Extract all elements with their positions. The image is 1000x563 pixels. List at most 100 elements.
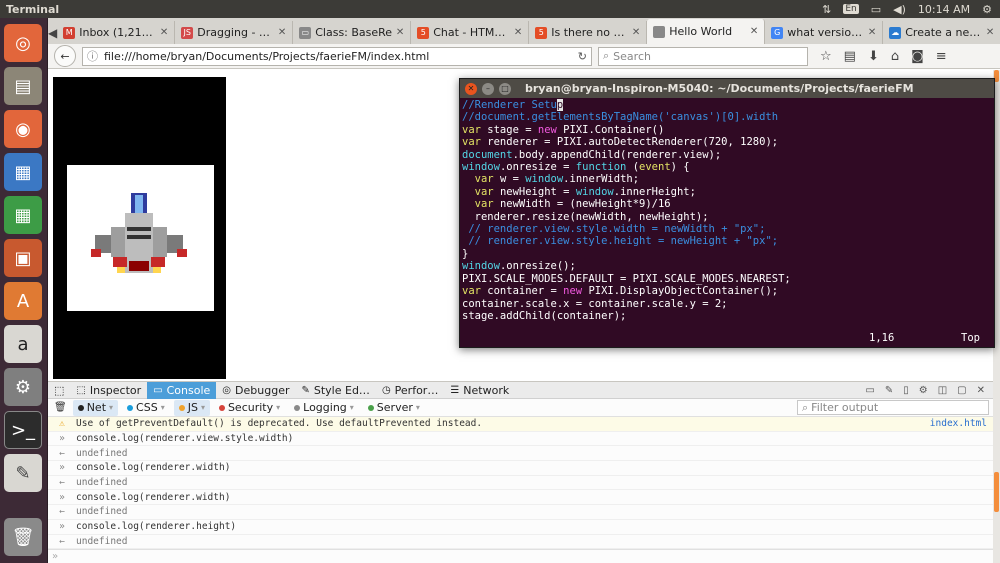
- settings-icon[interactable]: ⚙: [4, 368, 42, 406]
- keyboard-layout-indicator[interactable]: En: [843, 4, 859, 14]
- pocket-icon[interactable]: ◙: [911, 49, 924, 64]
- devtools-tab[interactable]: ⬚ Inspector: [70, 382, 147, 399]
- search-bar[interactable]: ⌕ Search: [598, 46, 808, 66]
- amazon-icon[interactable]: a: [4, 325, 42, 363]
- filter-dropdown-icon[interactable]: ▾: [350, 403, 354, 412]
- performance-icon: ◷: [381, 384, 391, 396]
- close-tab-icon[interactable]: ✕: [514, 27, 522, 38]
- volume-icon[interactable]: ◀): [893, 3, 906, 16]
- site-info-icon[interactable]: ⓘ: [87, 48, 98, 64]
- power-gear-icon[interactable]: ⚙: [982, 3, 992, 16]
- browser-tab[interactable]: M Inbox (1,21… ✕: [57, 21, 176, 44]
- filter-dropdown-icon[interactable]: ▾: [276, 403, 280, 412]
- console-message[interactable]: » console.log(renderer.width): [48, 461, 993, 476]
- text-editor-icon[interactable]: ✎: [4, 454, 42, 492]
- writer-icon[interactable]: ▦: [4, 153, 42, 191]
- console-prompt-icon: »: [52, 551, 59, 562]
- message-source-link[interactable]: index.html: [930, 418, 993, 429]
- settings-gear-icon[interactable]: ⚙: [919, 385, 928, 396]
- menu-hamburger-icon[interactable]: ≡: [936, 49, 947, 64]
- console-message[interactable]: ← undefined: [48, 446, 993, 462]
- filter-toggle[interactable]: Net ▾: [72, 399, 119, 416]
- console-output[interactable]: ⚠ Use of getPreventDefault() is deprecate…: [48, 417, 993, 550]
- browser-tab[interactable]: Gwhat versio… ✕: [765, 21, 884, 44]
- filter-toggle[interactable]: JS ▾: [173, 399, 210, 416]
- vim-buffer[interactable]: //Renderer Setup //document.getElementsB…: [460, 98, 994, 323]
- software-center-icon[interactable]: A: [4, 282, 42, 320]
- filter-placeholder[interactable]: Filter output: [811, 401, 878, 414]
- terminal-icon[interactable]: >_: [4, 411, 42, 449]
- console-message[interactable]: » console.log(renderer.height): [48, 520, 993, 535]
- devtools-tab[interactable]: ◷ Perfor…: [376, 382, 444, 399]
- home-icon[interactable]: ⌂: [891, 49, 899, 64]
- devtools-tab[interactable]: ◎ Debugger: [216, 382, 295, 399]
- terminal-window[interactable]: ✕ – □ bryan@bryan-Inspiron-M5040: ~/Docu…: [459, 78, 995, 348]
- tab-scroll-left-icon[interactable]: ◀: [48, 21, 57, 44]
- clear-console-icon[interactable]: 🗑: [48, 402, 73, 413]
- clock[interactable]: 10:14 AM: [918, 3, 970, 16]
- devtools-tab[interactable]: ▭ Console: [147, 381, 217, 399]
- back-button[interactable]: ←: [54, 45, 76, 67]
- close-devtools-icon[interactable]: ✕: [977, 385, 985, 396]
- pick-element-icon[interactable]: ⬚: [48, 382, 70, 399]
- minimize-window-icon[interactable]: –: [482, 82, 494, 95]
- firefox-icon[interactable]: ◉: [4, 110, 42, 148]
- close-window-icon[interactable]: ✕: [465, 82, 477, 95]
- console-message[interactable]: ← undefined: [48, 476, 993, 491]
- reading-list-icon[interactable]: ▤: [844, 49, 856, 64]
- downloads-icon[interactable]: ⬇: [868, 49, 879, 64]
- close-tab-icon[interactable]: ✕: [986, 27, 994, 38]
- url-text[interactable]: file:///home/bryan/Documents/Projects/fa…: [104, 50, 429, 63]
- filter-toggle[interactable]: Server ▾: [363, 400, 425, 416]
- devtools-tab[interactable]: ✎ Style Ed…: [295, 382, 375, 399]
- console-message[interactable]: » console.log(renderer.view.style.width): [48, 432, 993, 447]
- filter-toggle[interactable]: CSS ▾: [122, 400, 170, 416]
- terminal-title-bar[interactable]: ✕ – □ bryan@bryan-Inspiron-M5040: ~/Docu…: [460, 79, 994, 98]
- browser-tab[interactable]: Hello World ✕: [647, 19, 766, 44]
- bookmark-star-icon[interactable]: ☆: [820, 49, 832, 64]
- close-tab-icon[interactable]: ✕: [632, 27, 640, 38]
- filter-toggle[interactable]: Security ▾: [214, 400, 285, 416]
- filter-dropdown-icon[interactable]: ▾: [201, 403, 205, 412]
- console-message[interactable]: ← undefined: [48, 535, 993, 550]
- maximize-window-icon[interactable]: □: [499, 82, 511, 95]
- console-input[interactable]: »: [48, 549, 993, 563]
- network-arrows-icon[interactable]: ⇅: [822, 3, 831, 16]
- game-canvas[interactable]: [53, 77, 226, 379]
- trash-icon[interactable]: 🗑: [4, 518, 42, 556]
- filter-toggle[interactable]: Logging ▾: [289, 400, 359, 416]
- filter-dropdown-icon[interactable]: ▾: [161, 403, 165, 412]
- calc-icon[interactable]: ▦: [4, 196, 42, 234]
- devtools-tab-label: Inspector: [89, 383, 142, 397]
- search-placeholder[interactable]: Search: [613, 50, 651, 63]
- responsive-design-icon[interactable]: ▯: [903, 385, 909, 396]
- undock-icon[interactable]: ▢: [957, 385, 966, 396]
- ubuntu-dash-icon[interactable]: ◎: [4, 24, 42, 62]
- scrollbar-thumb[interactable]: [994, 472, 999, 512]
- browser-tab[interactable]: ▭Class: BaseRen… ✕: [293, 21, 412, 44]
- filter-dropdown-icon[interactable]: ▾: [416, 403, 420, 412]
- filter-output-input[interactable]: ⌕ Filter output: [797, 400, 989, 415]
- close-tab-icon[interactable]: ✕: [396, 27, 404, 38]
- scratchpad-icon[interactable]: ✎: [885, 385, 893, 396]
- console-message[interactable]: ⚠ Use of getPreventDefault() is deprecate…: [48, 417, 993, 432]
- files-icon[interactable]: ▤: [4, 67, 42, 105]
- console-message[interactable]: ← undefined: [48, 505, 993, 520]
- battery-icon[interactable]: ▭: [871, 3, 881, 16]
- impress-icon[interactable]: ▣: [4, 239, 42, 277]
- split-console-icon[interactable]: ▭: [865, 385, 874, 396]
- url-bar[interactable]: ⓘ file:///home/bryan/Documents/Projects/…: [82, 46, 592, 66]
- close-tab-icon[interactable]: ✕: [868, 27, 876, 38]
- dock-side-icon[interactable]: ◫: [938, 385, 947, 396]
- close-tab-icon[interactable]: ✕: [278, 27, 286, 38]
- browser-tab[interactable]: ☁ Create a ne… ✕: [883, 21, 1000, 44]
- browser-tab[interactable]: JS Dragging - … ✕: [175, 21, 294, 44]
- filter-dropdown-icon[interactable]: ▾: [109, 403, 113, 412]
- devtools-tab[interactable]: ☰ Network: [444, 382, 515, 399]
- browser-tab[interactable]: 5 Is there no … ✕: [529, 21, 648, 44]
- reload-icon[interactable]: ↻: [578, 50, 587, 63]
- browser-tab[interactable]: 5 Chat - HTM… ✕: [411, 21, 530, 44]
- console-message[interactable]: » console.log(renderer.width): [48, 490, 993, 506]
- close-tab-icon[interactable]: ✕: [750, 26, 758, 37]
- close-tab-icon[interactable]: ✕: [160, 27, 168, 38]
